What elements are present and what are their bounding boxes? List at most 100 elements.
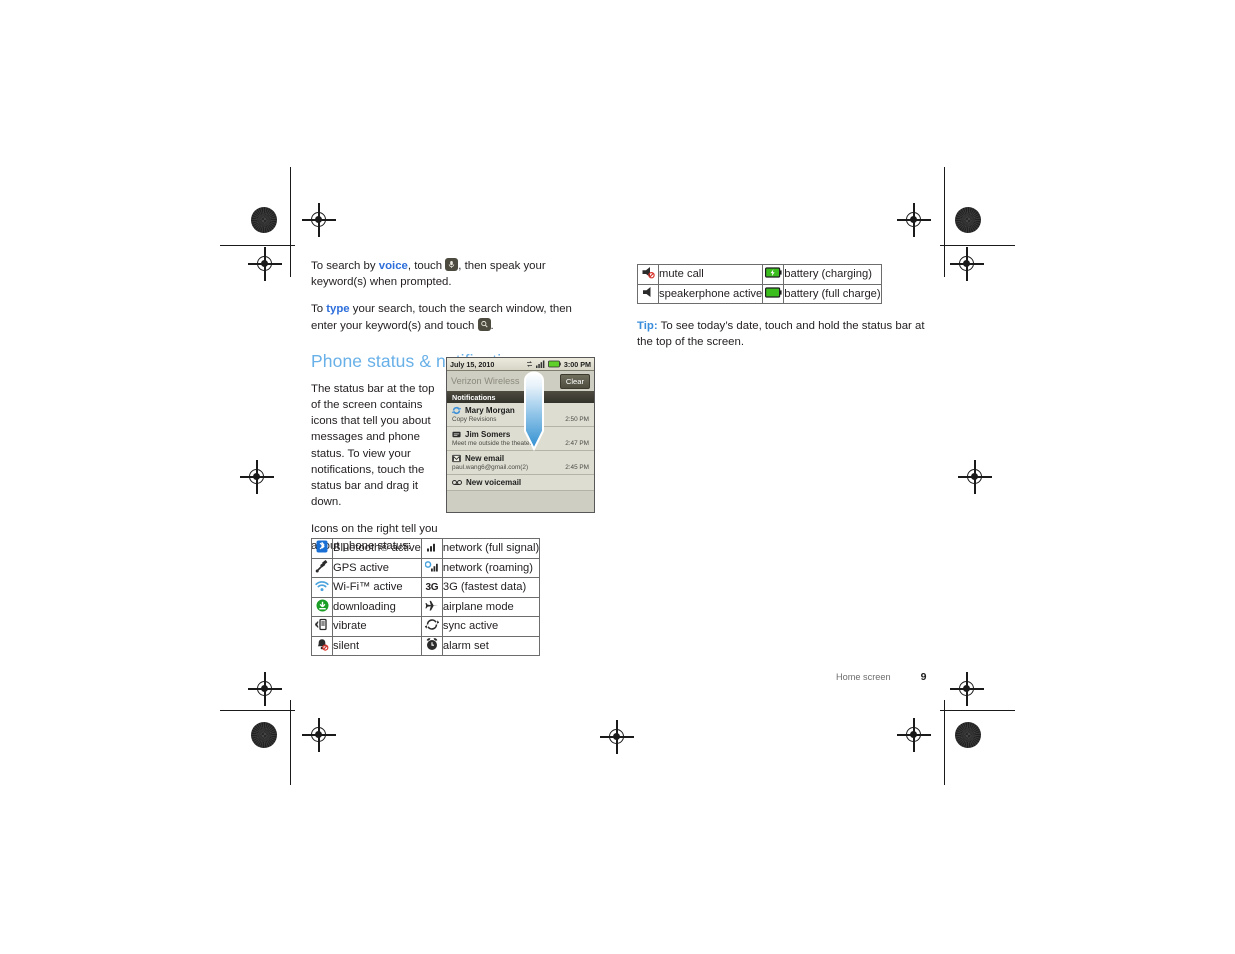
notification-title-row: Mary Morgan [452, 406, 589, 415]
trim-line-left-horizontal-2 [220, 710, 295, 711]
page-number: 9 [920, 671, 927, 683]
paragraph-voice-search: To search by voice, touch , then speak y… [311, 258, 599, 290]
registration-mark-left-middle [240, 460, 274, 494]
type-para-mid: your search, touch the search window, th… [311, 303, 572, 332]
notification-title-row: New email [452, 454, 589, 463]
network-signal-icon [420, 538, 443, 559]
icon-label: sync active [441, 616, 541, 637]
registration-mark-top-right [897, 203, 931, 237]
speakerphone-icon [637, 283, 659, 304]
notification-title: Jim Somers [465, 430, 511, 439]
paragraph-type-search: To type your search, touch the search wi… [311, 301, 599, 333]
color-calibration-blob-top-left [251, 207, 277, 233]
color-calibration-blob-bottom-left [251, 722, 277, 748]
download-arrow-icon [311, 596, 333, 617]
table-row: Bluetooth® active network (full signal) [311, 538, 541, 559]
icon-label: Bluetooth® active [332, 538, 422, 559]
message-envelope-icon [452, 431, 461, 438]
gmail-envelope-icon [452, 454, 461, 463]
network-roaming-icon [420, 557, 443, 578]
icon-label: network (roaming) [441, 557, 541, 578]
alarm-clock-icon [420, 635, 443, 656]
icon-label: 3G (fastest data) [441, 577, 541, 598]
right-text-column: Tip: To see today’s date, touch and hold… [637, 318, 929, 361]
airplane-icon [420, 596, 443, 617]
notification-item-2[interactable]: New email paul.wang6@gmail.com(2) 2:45 P… [447, 451, 594, 475]
status-bar-clock: 3:00 PM [563, 359, 591, 369]
paragraph-status-bar: The status bar at the top of the screen … [311, 382, 435, 509]
phone-status-bar[interactable]: July 15, 2010 3:00 PM [447, 358, 594, 371]
color-calibration-blob-bottom-right [955, 722, 981, 748]
notification-subtitle: Copy Revisions [452, 416, 497, 423]
type-para-post: . [490, 319, 494, 332]
registration-mark-left-lower [248, 672, 282, 706]
sync-circular-arrows-icon [452, 406, 461, 415]
type-para-pre: To [311, 303, 327, 316]
notification-item-0[interactable]: Mary Morgan Copy Revisions 2:50 PM [447, 403, 594, 427]
clear-notifications-button[interactable]: Clear [559, 373, 590, 389]
notification-sub-row: Meet me outside the theater... 2:47 PM [452, 440, 589, 447]
table-row: speakerphone active battery (full charge… [637, 283, 882, 304]
table-row: Wi-Fi™ active 3G 3G (fastest data) [311, 577, 541, 598]
trim-line-left-vertical [290, 167, 291, 277]
registration-mark-left-upper [248, 247, 282, 281]
signal-bars-icon [535, 360, 545, 368]
icon-label: network (full signal) [441, 538, 541, 559]
icon-label: vibrate [332, 616, 422, 637]
carrier-name: Verizon Wireless [451, 376, 520, 386]
notification-item-3[interactable]: New voicemail [447, 475, 594, 491]
battery-full-icon [762, 283, 785, 304]
icon-label: Wi-Fi™ active [332, 577, 422, 598]
paragraph-tip: Tip: To see today’s date, touch and hold… [637, 318, 929, 350]
status-bar-date: July 15, 2010 [450, 359, 495, 369]
battery-charging-icon [762, 264, 785, 285]
icon-label: battery (charging) [783, 264, 882, 285]
notification-title: New voicemail [466, 478, 522, 487]
icon-label: alarm set [441, 635, 541, 656]
phone-carrier-row: Verizon Wireless Clear [447, 371, 594, 391]
notification-sub-row: paul.wang6@gmail.com(2) 2:45 PM [452, 464, 589, 471]
voice-keyword: voice [378, 260, 408, 272]
notification-sub-row: Copy Revisions 2:50 PM [452, 416, 589, 423]
microphone-icon[interactable] [445, 258, 459, 271]
icon-label: airplane mode [441, 596, 541, 617]
color-calibration-blob-top-right [955, 207, 981, 233]
notification-time: 2:47 PM [565, 440, 589, 447]
registration-mark-right-lower [950, 672, 984, 706]
status-icon-table-left: Bluetooth® active network (full signal) … [311, 538, 541, 656]
voice-para-pre: To search by [311, 260, 379, 272]
sync-icon [526, 361, 532, 367]
icon-label: GPS active [332, 557, 422, 578]
table-row: downloading airplane mode [311, 596, 541, 617]
notification-time: 2:45 PM [565, 464, 589, 471]
icon-label: speakerphone active [657, 283, 764, 304]
notification-time: 2:50 PM [565, 416, 589, 423]
status-bar-icons [526, 360, 561, 368]
table-row: mute call battery (charging) [637, 264, 882, 285]
notification-subtitle: paul.wang6@gmail.com(2) [452, 464, 529, 471]
trim-line-right-horizontal [940, 245, 1015, 246]
icon-label: downloading [332, 596, 422, 617]
icon-label: battery (full charge) [783, 283, 882, 304]
tip-label: Tip: [637, 320, 658, 332]
icon-label: silent [332, 635, 422, 656]
registration-mark-top-left [302, 203, 336, 237]
table-row: GPS active network (roaming) [311, 557, 541, 578]
icon-label: mute call [657, 264, 764, 285]
trim-line-right-vertical [944, 167, 945, 277]
wifi-icon [311, 577, 333, 598]
notification-title: Mary Morgan [465, 406, 515, 415]
search-icon[interactable] [477, 317, 491, 331]
registration-mark-bottom-right [897, 718, 931, 752]
silent-bell-icon [311, 635, 333, 656]
notification-item-1[interactable]: Jim Somers Meet me outside the theater..… [447, 427, 594, 451]
page-footer: Home screen 9 [836, 671, 926, 683]
trim-line-left-horizontal [220, 245, 295, 246]
gps-satellite-icon [311, 557, 333, 578]
bluetooth-icon [311, 538, 333, 559]
3g-icon: 3G [420, 577, 443, 598]
tip-text: To see today’s date, touch and hold the … [637, 320, 925, 349]
voice-para-mid: , touch [407, 260, 446, 272]
table-row: vibrate sync active [311, 616, 541, 637]
notifications-header: Notifications [447, 391, 594, 403]
